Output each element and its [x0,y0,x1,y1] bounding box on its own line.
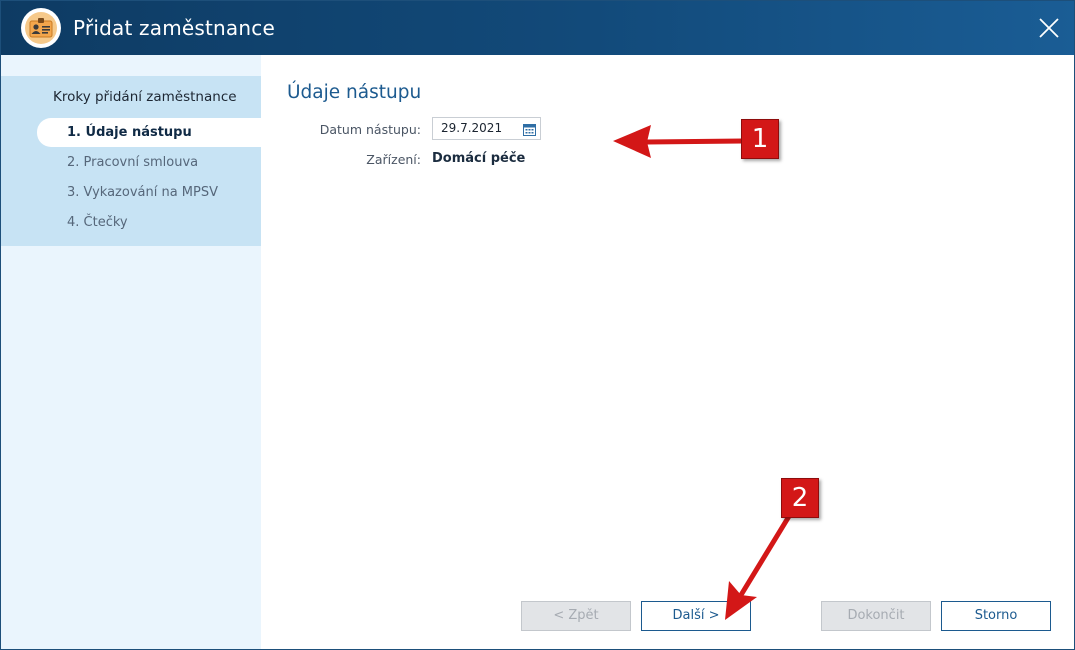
steps-panel: Kroky přidání zaměstnance 1. Údaje nástu… [1,76,261,246]
step-2[interactable]: 2. Pracovní smlouva [37,148,261,177]
start-date-label: Datum nástupu: [319,122,421,137]
annotation-badge-2: 2 [781,478,819,518]
back-button[interactable]: < Zpět [521,601,631,631]
facility-label: Zařízení: [366,152,421,167]
window-title: Přidat zaměstnance [73,16,275,40]
cancel-button[interactable]: Storno [941,601,1051,631]
finish-button[interactable]: Dokončit [821,601,931,631]
steps-heading: Kroky přidání zaměstnance [53,89,237,105]
page-title: Údaje nástupu [287,82,422,103]
dialog-window: Přidat zaměstnance Kroky přidání zaměstn… [0,0,1075,650]
facility-value: Domácí péče [432,151,526,166]
calendar-icon[interactable] [523,122,536,136]
start-date-value: 29.7.2021 [441,121,503,135]
annotation-badge-1: 1 [741,119,779,159]
step-3[interactable]: 3. Vykazování na MPSV [37,178,261,207]
close-icon[interactable] [1034,13,1064,43]
sidebar: Kroky přidání zaměstnance 1. Údaje nástu… [1,55,261,649]
start-date-input[interactable]: 29.7.2021 [432,117,541,140]
title-bar: Přidat zaměstnance [1,1,1074,55]
next-button[interactable]: Další > [641,601,751,631]
employee-card-icon [21,8,61,48]
step-4[interactable]: 4. Čtečky [37,208,261,237]
step-1[interactable]: 1. Údaje nástupu [37,118,261,147]
arrow-1 [613,125,746,158]
